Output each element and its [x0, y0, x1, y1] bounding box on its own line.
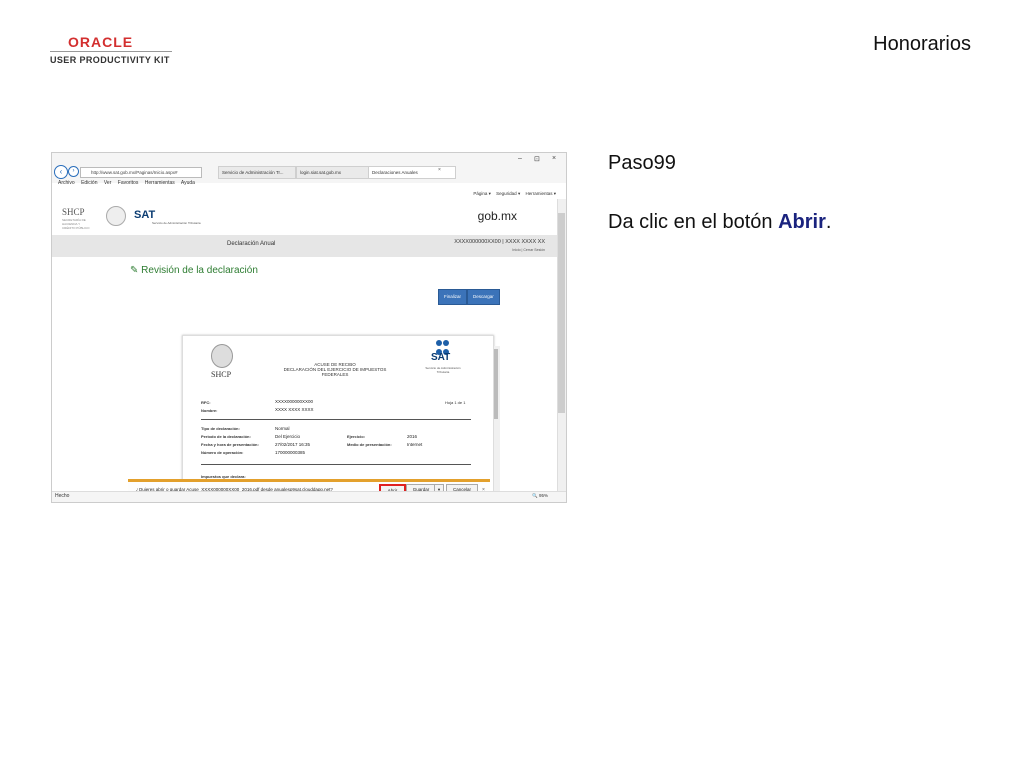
address-bar[interactable]: http://www.sat.gob.mx/Paginas/Inicio.asp…	[80, 167, 202, 178]
zoom-icon: 🔍	[532, 493, 539, 498]
logo-divider	[50, 51, 172, 52]
tipo-label: Tipo de declaración:	[201, 426, 240, 431]
step-title: Paso99	[608, 152, 676, 174]
document-divider	[201, 419, 471, 420]
instruction-suffix: .	[825, 211, 832, 233]
edit-icon: ✎	[130, 265, 142, 276]
periodo-value: Del Ejercicio	[275, 434, 301, 439]
sat-subtitle: Servicio de Administración Tributaria	[152, 221, 201, 225]
zoom-level[interactable]: 🔍 95%	[532, 493, 548, 499]
minimize-icon[interactable]: –	[518, 155, 522, 162]
menu-ver[interactable]: Ver	[104, 180, 112, 186]
acuse-title: ACUSE DE RECIBO DECLARACIÓN DEL EJERCICIO…	[275, 362, 395, 377]
status-bar	[52, 491, 566, 502]
browser-screenshot: ‹ › http://www.sat.gob.mx/Paginas/Inicio…	[51, 152, 567, 503]
step-instruction: Da clic en el botón Abrir.	[608, 211, 831, 234]
cmd-herramientas[interactable]: Herramientas ▾	[525, 191, 556, 196]
periodo-label: Periodo de la declaración:	[201, 434, 251, 439]
finalizar-button[interactable]: Finalizar	[438, 289, 468, 305]
medio-label: Medio de presentación:	[347, 442, 392, 447]
operacion-value: 170000000385	[275, 450, 306, 455]
operacion-label: Número de operación:	[201, 450, 244, 455]
ejercicio-label: Ejercicio:	[347, 434, 366, 439]
tab-servicio-administracion[interactable]: Servicio de Administración Tr...	[218, 166, 296, 179]
cmd-pagina[interactable]: Página ▾	[473, 191, 491, 196]
menu-ayuda[interactable]: Ayuda	[181, 180, 195, 186]
slide-title: Honorarios	[873, 33, 971, 55]
menu-bar: Archivo Edición Ver Favoritos Herramient…	[58, 180, 200, 186]
sat-logo: SAT	[134, 209, 156, 221]
medio-value: Internet	[407, 442, 423, 447]
oracle-logo: ORACLE	[68, 34, 134, 50]
tab-login-siat[interactable]: login.siat.sat.gob.mx	[296, 166, 372, 179]
forward-arrow-icon[interactable]: ›	[68, 166, 79, 177]
header-links[interactable]: Inicio | Cerrar Sesión	[512, 248, 545, 252]
section-title: Declaración Anual	[227, 241, 276, 247]
descargar-button[interactable]: Descargar	[467, 289, 500, 305]
back-arrow-icon[interactable]: ‹	[54, 165, 68, 179]
pdf-scroll-thumb[interactable]	[494, 349, 498, 419]
fecha-value: 27/02/2017 16:35	[275, 442, 311, 447]
instruction-prefix: Da clic en el botón	[608, 211, 779, 233]
rfc-label: RFC:	[201, 400, 211, 405]
pdf-acuse-preview: SHCP ACUSE DE RECIBO DECLARACIÓN DEL EJER…	[182, 335, 494, 502]
nombre-value: XXXX XXXX XXXX	[275, 407, 314, 412]
page-scroll-thumb[interactable]	[558, 213, 565, 413]
fecha-label: Fecha y hora de presentación:	[201, 442, 259, 447]
document-seal-icon	[211, 344, 233, 368]
upk-logo-text: USER PRODUCTIVITY KIT	[50, 55, 170, 65]
menu-edicion[interactable]: Edición	[81, 180, 97, 186]
shcp-logo: SHCP	[62, 207, 85, 217]
document-sat-subtitle: Servicio de Administración Tributaria	[425, 366, 461, 374]
menu-archivo[interactable]: Archivo	[58, 180, 75, 186]
revision-title: ✎ Revisión de la declaración	[130, 265, 258, 276]
command-bar: Página ▾ Seguridad ▾ Herramientas ▾	[469, 191, 556, 197]
restore-icon[interactable]: ⊡	[534, 155, 540, 163]
ejercicio-value: 2016	[407, 434, 418, 439]
mexico-seal-icon	[106, 206, 126, 226]
document-divider	[201, 464, 471, 465]
close-window-icon[interactable]: ×	[552, 155, 556, 162]
document-shcp-logo: SHCP	[211, 370, 232, 379]
instruction-target: Abrir	[778, 211, 826, 233]
cmd-seguridad[interactable]: Seguridad ▾	[496, 191, 520, 196]
zoom-value: 95%	[538, 493, 548, 498]
status-text: Hecho	[55, 493, 70, 499]
shcp-subtitle: SECRETARÍA DE HACIENDA Y CRÉDITO PÚBLICO	[62, 218, 90, 230]
tab-declaraciones-anuales[interactable]: Declaraciones Anuales	[368, 166, 456, 179]
tab-close-icon[interactable]: ×	[438, 167, 441, 173]
menu-favoritos[interactable]: Favoritos	[118, 180, 139, 186]
rfc-header: XXXX000000XX00 | XXXX XXXX XX	[454, 239, 545, 245]
revision-title-text: Revisión de la declaración	[141, 265, 258, 276]
menu-herramientas[interactable]: Herramientas	[145, 180, 175, 186]
tipo-value: Normal	[275, 426, 290, 431]
rfc-value: XXXX000000XX00	[275, 399, 314, 404]
web-page: SHCP SECRETARÍA DE HACIENDA Y CRÉDITO PÚ…	[52, 199, 557, 502]
nombre-label: Nombre:	[201, 408, 218, 413]
page-count: Hoja 1 de 1	[445, 400, 466, 405]
sat-dots-icon	[435, 340, 449, 355]
document-sat-logo: SAT	[431, 352, 451, 363]
acuse-line2: DECLARACIÓN DEL EJERCICIO DE IMPUESTOS F…	[283, 367, 387, 377]
gobmx-logo[interactable]: gob.mx	[478, 209, 517, 223]
